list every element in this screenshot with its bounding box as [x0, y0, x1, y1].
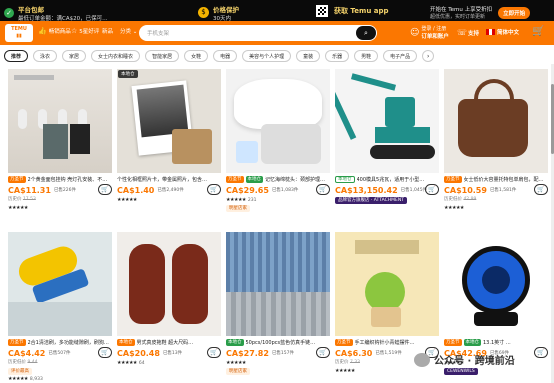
- product-card[interactable]: 本地仓 个性化相框照片卡，带金属照片，包含… CA$1.40 已售2,490件 🛒 …: [117, 69, 221, 204]
- category-item[interactable]: 女鞋: [184, 50, 209, 62]
- rating-stars: ★★★★★: [117, 197, 137, 203]
- promo-banner: ✓ 平台包邮 最低订单金额：满CA$20，已保可… $ 价格保护 30天内 获取…: [0, 0, 554, 23]
- star-icon: ☆: [71, 27, 78, 35]
- store-badge: 品牌官方旗舰店 · ATTACHMENT: [335, 197, 407, 204]
- rating-stars: ★★★★★: [8, 205, 28, 211]
- product-card[interactable]: 万圣节 2个黄金面包挂钩 壳灯孔安装、不… CA$11.31 已售226件 🛒 历史价…: [8, 69, 112, 212]
- product-image[interactable]: [117, 232, 221, 336]
- category-item[interactable]: 女士内衣和睡衣: [91, 50, 141, 62]
- price-adjust-promo[interactable]: $ 价格保护 30天内: [198, 2, 239, 23]
- product-card[interactable]: 万圣节本地仓记忆海绵枕头：颈部护理型记忆枕头… CA$29.65已售1,083件…: [226, 69, 330, 212]
- product-card[interactable]: 本地仓 男式真皮拖鞋 超大尺码… CA$20.48 已售13件 🛒 ★★★★★ 64: [117, 232, 221, 367]
- main-header: TEMU ▮▮ 👍 畅销商品 ☆ 5星好评 新品 分类 ⌄ 手机支架 ⌕ ☺ 登录 /…: [0, 21, 554, 45]
- add-to-cart-button[interactable]: 🛒: [534, 184, 548, 195]
- headset-icon: ☏: [457, 28, 468, 37]
- flag-icon: [486, 29, 495, 35]
- nav-new[interactable]: 新品: [102, 27, 113, 35]
- search-icon[interactable]: ⌕: [356, 26, 376, 40]
- notification-promo: 开始在 Temu 上享受折扣 超低优惠，实时订单更新 立即开始: [430, 2, 531, 23]
- product-image[interactable]: [444, 69, 548, 173]
- chevron-right-icon[interactable]: ›: [422, 50, 435, 62]
- category-item[interactable]: 男鞋: [354, 50, 379, 62]
- store-badge: 明星店家: [226, 205, 250, 212]
- notify-title: 开始在 Temu 上享受折扣: [430, 7, 493, 13]
- language-selector[interactable]: 简体中文: [486, 28, 519, 36]
- get-app-label: 获取 Temu app: [334, 6, 389, 15]
- start-now-button[interactable]: 立即开始: [498, 6, 531, 19]
- product-image[interactable]: [444, 232, 548, 336]
- product-image[interactable]: [226, 232, 330, 336]
- add-to-cart-button[interactable]: 🛒: [207, 184, 221, 195]
- category-item[interactable]: 童装: [296, 50, 321, 62]
- category-item[interactable]: 泳衣: [33, 50, 58, 62]
- user-icon: ☺: [410, 27, 420, 38]
- add-to-cart-button[interactable]: 🛒: [98, 347, 112, 358]
- price-tag-icon: $: [198, 7, 209, 18]
- store-badge: CEWENWILS: [444, 368, 478, 375]
- category-item[interactable]: 美容与个人护理: [242, 50, 292, 62]
- add-to-cart-button[interactable]: 🛒: [98, 184, 112, 195]
- category-item[interactable]: 推荐: [4, 50, 29, 62]
- get-app-promo[interactable]: 获取 Temu app: [316, 0, 389, 21]
- product-card[interactable]: 万圣节 2合1清洁刷，多功能缝隙刷，刷狗… CA$4.42 已售507件 🛒 历史低价…: [8, 232, 112, 383]
- product-card[interactable]: 万圣节 女士低价大容量托特包单肩包，配件… CA$10.59 已售1,581件 🛒 历…: [444, 69, 548, 212]
- add-to-cart-button[interactable]: 🛒: [207, 347, 221, 358]
- add-to-cart-button[interactable]: 🛒: [316, 184, 330, 195]
- product-card[interactable]: 本地仓 50pcs/100pcs蓝色仿真手链… CA$27.82 已售157件 🛒 ★…: [226, 232, 330, 375]
- free-shipping-title: 平台包邮: [18, 5, 44, 14]
- product-card[interactable]: 本地仓 400模具5兆瓦，适用于小型… CA$13,150.42 已售1,045件 🛒…: [335, 69, 439, 204]
- support-menu[interactable]: ☏ 支持: [457, 28, 479, 37]
- watermark: 公众号 · 跨境前沿: [414, 352, 515, 367]
- check-icon: ✓: [4, 7, 14, 18]
- category-item[interactable]: 智能家居: [145, 50, 180, 62]
- product-image[interactable]: [8, 232, 112, 336]
- category-item[interactable]: 家居: [62, 50, 87, 62]
- product-image[interactable]: 本地仓: [117, 69, 221, 173]
- category-item[interactable]: 电子产品: [383, 50, 418, 62]
- category-item[interactable]: 电器: [213, 50, 238, 62]
- product-image[interactable]: [335, 232, 439, 336]
- nav-categories[interactable]: 分类 ⌄: [120, 27, 137, 35]
- rating-stars: ★★★★★: [226, 360, 246, 366]
- add-to-cart-button[interactable]: 🛒: [425, 184, 439, 195]
- store-badge: 评价最高: [8, 368, 32, 375]
- category-bar: 推荐 泳衣 家居 女士内衣和睡衣 智能家居 女鞋 电器 美容与个人护理 童装 乐…: [4, 49, 550, 63]
- account-menu[interactable]: ☺ 登录 / 注册 订单和账户: [410, 25, 449, 40]
- product-image[interactable]: [226, 69, 330, 173]
- product-image[interactable]: [335, 69, 439, 173]
- thumbs-up-icon: 👍: [38, 27, 47, 35]
- add-to-cart-button[interactable]: 🛒: [534, 347, 548, 358]
- qr-code-icon: [316, 4, 328, 17]
- price-adjust-title: 价格保护: [213, 5, 239, 14]
- category-item[interactable]: 乐器: [325, 50, 350, 62]
- cart-button[interactable]: 🛒: [532, 26, 544, 37]
- rating-stars: ★★★★★: [335, 368, 355, 374]
- product-image[interactable]: [8, 69, 112, 173]
- store-badge: 明星店家: [226, 368, 250, 375]
- temu-logo[interactable]: TEMU ▮▮: [5, 24, 33, 42]
- notify-subtitle: 超低优惠，实时订单更新: [430, 14, 486, 20]
- nav-five-star[interactable]: ☆ 5星好评: [71, 27, 99, 35]
- free-shipping-promo[interactable]: ✓ 平台包邮 最低订单金额：满CA$20，已保可…: [4, 2, 169, 23]
- wechat-icon: [414, 352, 430, 367]
- nav-bestsellers[interactable]: 👍 畅销商品: [38, 27, 71, 35]
- rating-stars: ★★★★★: [444, 205, 464, 211]
- add-to-cart-button[interactable]: 🛒: [316, 347, 330, 358]
- cart-icon: 🛒: [532, 26, 545, 37]
- search-input[interactable]: 手机支架 ⌕: [139, 25, 377, 41]
